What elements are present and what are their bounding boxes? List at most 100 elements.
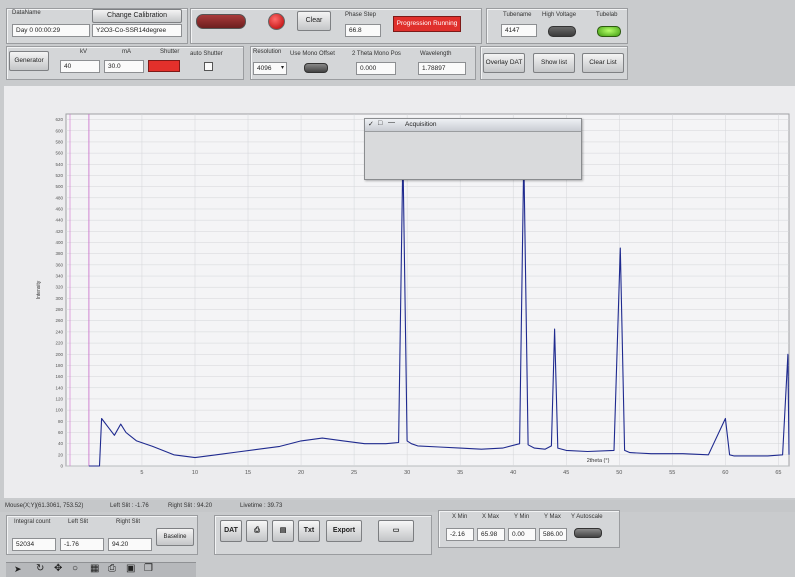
overlay-dat-button[interactable]: Overlay DAT [483,53,525,73]
y-tick-label: 200 [55,352,63,357]
y-tick-label: 260 [55,318,63,323]
change-calibration-button[interactable]: Change Calibration [92,9,182,23]
show-list-button[interactable]: Show list [533,53,575,73]
y-axis-label: Intensity [36,280,42,299]
y-tick-label: 120 [55,396,63,401]
y-tick-label: 220 [55,341,63,346]
x-tick-label: 10 [192,470,198,476]
pan-icon[interactable]: ✥ [54,563,62,574]
ymin-label: Y Min [514,514,529,520]
y-tick-label: 140 [55,385,63,390]
resolution-label: Resolution [253,49,281,55]
phase-step-label: Phase Step [345,12,376,18]
theta-label: 2 Theta Mono Pos [352,51,401,57]
clear-list-button[interactable]: Clear List [582,53,624,73]
ymin-field[interactable]: 0.00 [508,528,536,541]
cursor-icon[interactable]: ➤ [14,564,22,575]
print-icon[interactable]: ⎙ [246,520,268,542]
grid-icon[interactable]: ▦ [90,563,99,574]
x-tick-label: 55 [669,470,675,476]
baseline-button[interactable]: Baseline [156,528,194,546]
tubename-field[interactable]: 4147 [501,24,537,37]
resolution-select[interactable]: 4096 ▾ [253,62,287,75]
y-tick-label: 340 [55,274,63,279]
dataname-label: DataName [12,10,41,16]
x-tick-label: 45 [563,470,569,476]
y-tick-label: 380 [55,251,63,256]
y-tick-label: 500 [55,184,63,189]
right-slit-label: Right Slit [116,519,140,525]
clear-button[interactable]: Clear [297,11,331,31]
progress-indicator: Progression Running [393,16,461,32]
zoom-icon[interactable]: ○ [72,563,78,574]
x-tick-label: 20 [298,470,304,476]
txt-button[interactable]: Txt [298,520,320,542]
stop-led[interactable] [268,13,285,30]
y-tick-label: 520 [55,173,63,178]
y-tick-label: 540 [55,162,63,167]
dat-button[interactable]: DAT [220,520,242,542]
save-icon[interactable]: ▣ [126,563,135,574]
x-tick-label: 65 [775,470,781,476]
resolution-value: 4096 [257,65,271,72]
ma-label: mA [122,49,131,55]
auto-shutter-label: auto Shutter [190,51,223,57]
ymax-field[interactable]: 586.00 [539,528,567,541]
copy-icon[interactable]: ❐ [144,563,153,574]
right-slit-status: Right Slit : 94.20 [168,503,212,509]
x-axis-label: 2theta (°) [587,458,610,464]
theta-field[interactable]: 0.000 [356,62,396,75]
start-toggle[interactable] [196,14,246,29]
rotate-icon[interactable]: ↻ [36,563,44,574]
auto-shutter-checkbox[interactable] [204,62,213,71]
xmax-field[interactable]: 65.98 [477,528,505,541]
kv-label: kV [80,49,87,55]
xmax-label: X Max [482,514,499,520]
document-icon[interactable]: ▤ [272,520,294,542]
tubelab-label: Tubelab [596,12,617,18]
y-tick-label: 420 [55,229,63,234]
high-voltage-toggle[interactable] [548,26,576,37]
acquisition-window[interactable]: ✓ □ — Acquisition [364,118,582,180]
chevron-down-icon: ▾ [281,63,284,74]
integral-field[interactable]: 52034 [12,538,56,551]
y-tick-label: 440 [55,218,63,223]
autoscale-label: Y Autoscale [571,514,603,520]
bottom-toolbar [6,562,196,577]
y-tick-label: 460 [55,206,63,211]
x-tick-label: 5 [140,470,143,476]
window-icon: ✓ [368,120,374,128]
x-tick-label: 30 [404,470,410,476]
y-tick-label: 100 [55,408,63,413]
generator-button[interactable]: Generator [9,51,49,71]
left-slit-label: Left Slit [68,519,88,525]
phase-step-field[interactable]: 66.8 [345,24,381,37]
mouse-label: Mouse(X;Y) [5,503,37,509]
autoscale-led[interactable] [574,528,602,538]
y-tick-label: 60 [58,430,64,435]
sample-name-field[interactable]: Y2O3-Co-SSR14degree [92,24,182,37]
minimize-icon[interactable]: — [388,119,395,126]
shutter-indicator[interactable] [148,60,180,72]
x-tick-label: 40 [510,470,516,476]
pin-icon[interactable]: □ [378,120,382,127]
day-time-field[interactable]: Day 0 00:00:29 [12,24,90,37]
right-slit-field[interactable]: 94.20 [108,538,152,551]
export-button[interactable]: Export [326,520,362,542]
x-tick-label: 15 [245,470,251,476]
y-tick-label: 320 [55,285,63,290]
wavelength-field[interactable]: 1.78897 [418,62,466,75]
print-small-icon[interactable]: ⎙ [108,563,116,574]
x-tick-label: 60 [722,470,728,476]
y-tick-label: 560 [55,151,63,156]
ymax-label: Y Max [544,514,561,520]
left-slit-field[interactable]: -1.76 [60,538,104,551]
xmin-field[interactable]: -2.16 [446,528,474,541]
use-mono-toggle[interactable] [304,63,328,73]
y-tick-label: 180 [55,363,63,368]
kv-field[interactable]: 40 [60,60,100,73]
acquisition-titlebar[interactable]: ✓ □ — Acquisition [365,119,581,132]
device-icon[interactable]: ▭ [378,520,414,542]
ma-field[interactable]: 30.0 [104,60,144,73]
shutter-label: Shutter [160,49,179,55]
